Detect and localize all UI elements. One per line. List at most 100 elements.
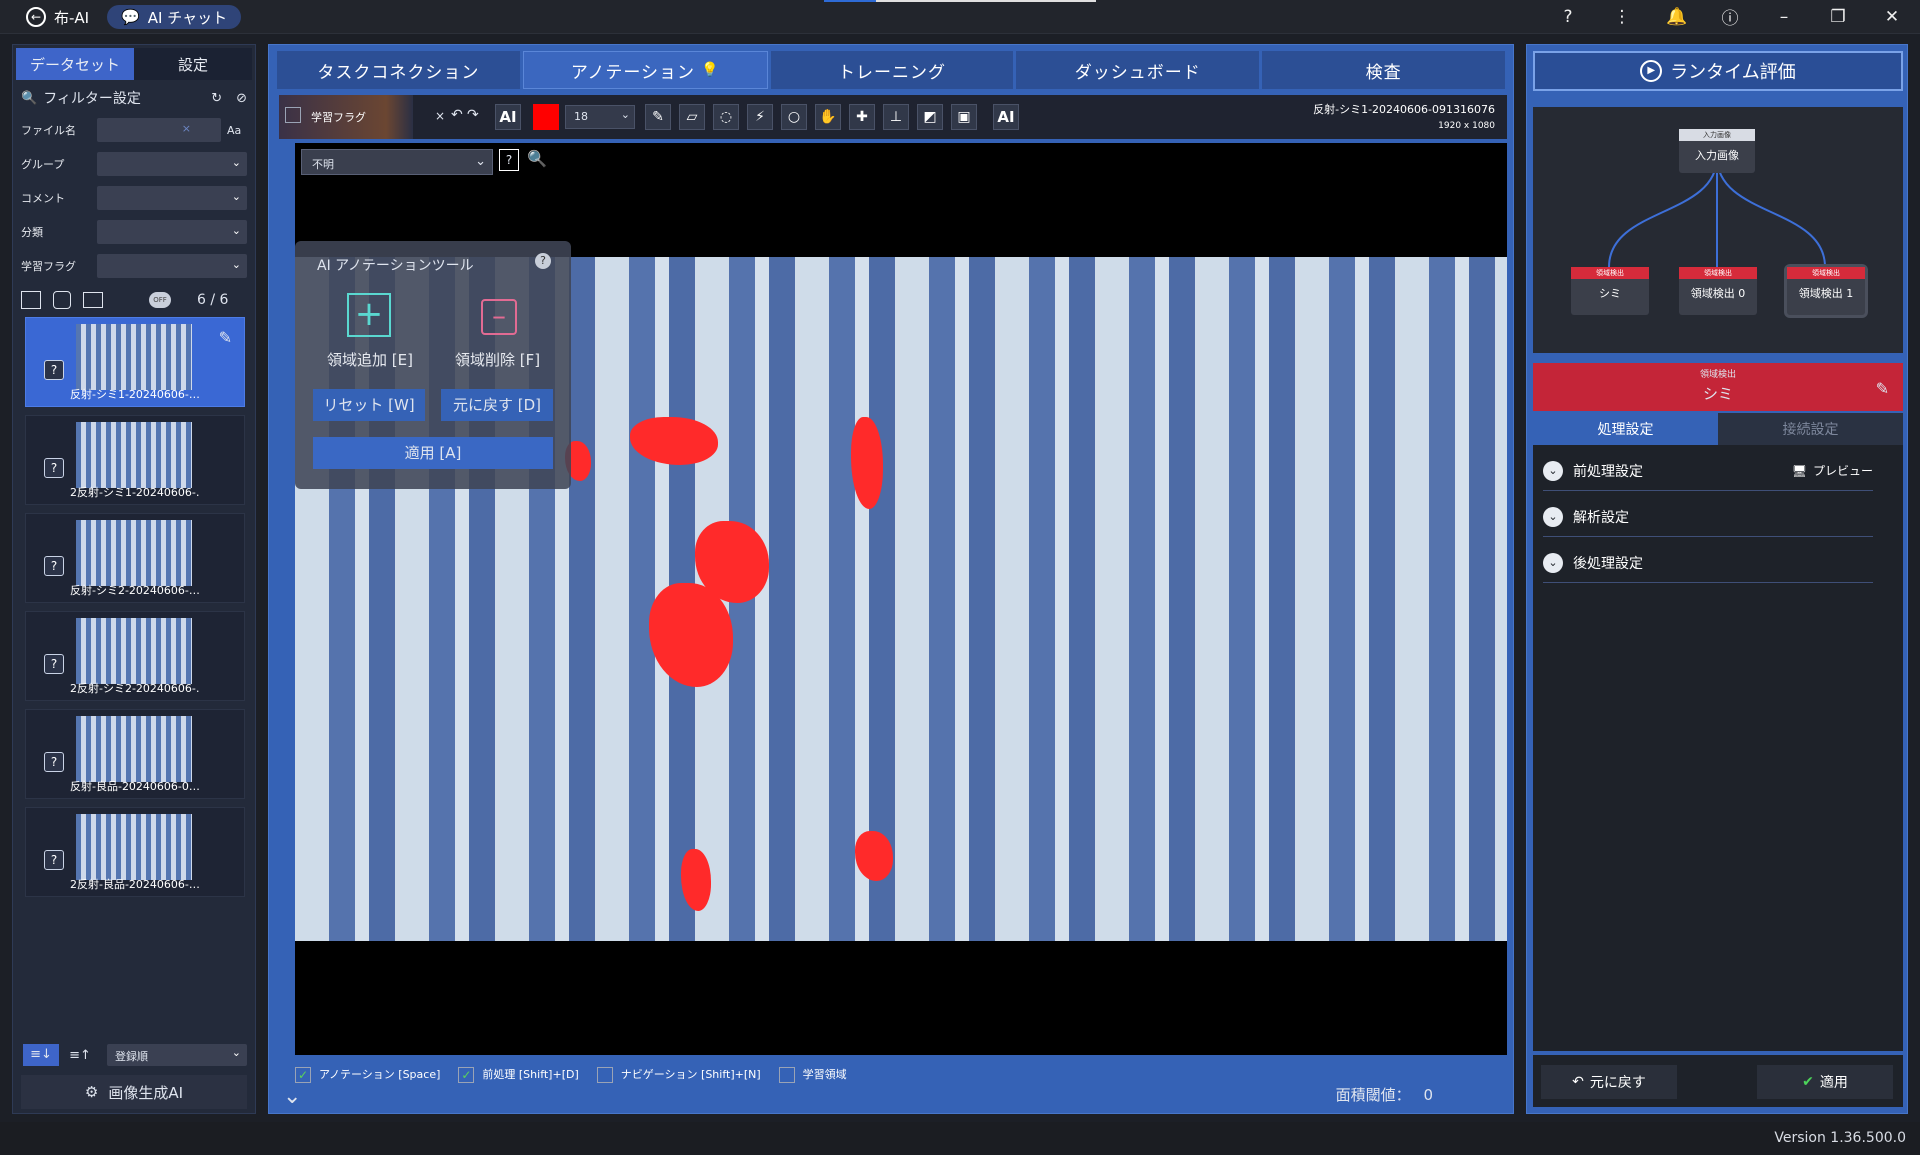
flow-node-input[interactable]: 入力画像 入力画像 xyxy=(1679,129,1755,173)
tag-icon[interactable] xyxy=(53,291,71,309)
image-count: 6 / 6 xyxy=(197,292,229,308)
close-icon[interactable]: ✕ xyxy=(1882,7,1902,27)
list-item[interactable]: ? 2反射-シミ1-20240606-… xyxy=(25,415,245,505)
clear-filter-icon[interactable]: ⊘ xyxy=(236,91,247,106)
reset-button[interactable]: リセット [W] xyxy=(313,389,425,421)
tab-process-settings[interactable]: 処理設定 xyxy=(1533,413,1718,445)
search-icon[interactable]: 🔍 xyxy=(527,149,547,168)
minimize-icon[interactable]: – xyxy=(1774,7,1794,27)
lasso-tool-icon[interactable]: ◌ xyxy=(713,104,739,130)
thumbnail-caption: 反射-シミ2-20240606-… xyxy=(70,584,200,597)
annotation-option[interactable]: ✓ アノテーション [Space] xyxy=(295,1066,440,1083)
flag-select[interactable]: ⌄ xyxy=(97,254,247,278)
ai-chat-button[interactable]: 💬 AI チャット xyxy=(107,5,242,29)
pencil-tool-icon[interactable]: ✎ xyxy=(645,104,671,130)
annotation-option-label: アノテーション [Space] xyxy=(319,1068,441,1081)
help-box-icon[interactable]: ? xyxy=(499,149,519,171)
tab-training[interactable]: トレーニング xyxy=(770,51,1014,89)
copy-icon[interactable] xyxy=(21,291,41,309)
bell-icon[interactable]: 🔔 xyxy=(1666,7,1687,27)
status-bar: Version 1.36.500.0 xyxy=(0,1122,1920,1155)
tab-settings[interactable]: 設定 xyxy=(134,48,252,80)
undo-icon[interactable]: ↶ xyxy=(451,107,463,123)
sort-select[interactable]: 登録順 ⌄ xyxy=(107,1044,247,1066)
tab-dataset[interactable]: データセット xyxy=(16,48,134,80)
info-icon[interactable]: ⓘ xyxy=(1720,4,1740,29)
thumbnail-image xyxy=(76,422,192,488)
annotation-toolbar: 学習フラグ × ↶ ↷ AI 18 ⌄ ✎ ▱ ◌ ⚡ ○ ✋ ✚ ⊥ ◩ ▣ … xyxy=(279,95,1507,139)
contrast-tool-icon[interactable]: ◩ xyxy=(917,104,943,130)
preprocess-section[interactable]: ⌄ 前処理設定 🖥 プレビュー xyxy=(1543,451,1873,491)
tab-annotation[interactable]: アノテーション 💡 xyxy=(522,51,768,89)
help-icon[interactable]: ? xyxy=(1558,7,1578,27)
redo-icon[interactable]: ↷ xyxy=(467,107,479,123)
learn-area-option[interactable]: 学習領域 xyxy=(778,1066,847,1083)
tab-connection-settings[interactable]: 接続設定 xyxy=(1718,413,1903,445)
group-select[interactable]: ⌄ xyxy=(97,152,247,176)
sort-asc-icon[interactable]: ≡↓ xyxy=(23,1044,59,1066)
list-item[interactable]: ? 反射-シミ2-20240606-… xyxy=(25,513,245,603)
thumbnail-list: ? 反射-シミ1-20240606-… ✎ ? 2反射-シミ1-20240606-… … xyxy=(13,317,255,905)
apply-button[interactable]: ✔ 適用 xyxy=(1757,1065,1893,1099)
puzzle-tool-icon[interactable]: ✚ xyxy=(849,104,875,130)
stamp-tool-icon[interactable]: ⊥ xyxy=(883,104,909,130)
ai-tool-button-2[interactable]: AI xyxy=(993,104,1019,130)
hand-tool-icon[interactable]: ✋ xyxy=(815,104,841,130)
comment-input[interactable]: ⌄ xyxy=(97,186,247,210)
ellipse-select-icon[interactable]: ○ xyxy=(781,104,807,130)
file-name-input[interactable]: × xyxy=(97,118,221,142)
pencil-icon[interactable]: ✎ xyxy=(1876,379,1889,398)
more-icon[interactable]: ⋮ xyxy=(1612,7,1632,27)
color-swatch[interactable] xyxy=(533,104,559,130)
app-home-button[interactable]: ← 布-AI xyxy=(18,5,97,29)
brush-size-select[interactable]: 18 ⌄ xyxy=(565,105,635,129)
remove-region-button[interactable]: – xyxy=(481,299,517,335)
magic-wand-tool-icon[interactable]: ⚡ xyxy=(747,104,773,130)
class-select[interactable]: 不明 ⌄ xyxy=(301,149,493,175)
help-icon[interactable]: ? xyxy=(535,253,551,269)
image-gen-ai-button[interactable]: ⚙ 画像生成AI xyxy=(21,1075,247,1109)
list-item[interactable]: ? 2反射-シミ2-20240606-… xyxy=(25,611,245,701)
question-icon: ? xyxy=(44,360,64,380)
node-label: 入力画像 xyxy=(1695,149,1739,162)
list-item[interactable]: ? 2反射-良品-20240606-… xyxy=(25,807,245,897)
list-item[interactable]: ? 反射-シミ1-20240606-… ✎ xyxy=(25,317,245,407)
image-overlay-icon[interactable]: ▣ xyxy=(951,104,977,130)
tab-dashboard[interactable]: ダッシュボード xyxy=(1016,51,1260,89)
apply-button[interactable]: 適用 [A] xyxy=(313,437,553,469)
class-select[interactable]: ⌄ xyxy=(97,220,247,244)
sort-desc-icon[interactable]: ≡↑ xyxy=(65,1048,95,1063)
case-toggle-button[interactable]: Aa xyxy=(227,124,247,137)
thumbnail-image xyxy=(76,324,192,390)
learn-flag-checkbox[interactable] xyxy=(285,107,301,123)
refresh-icon[interactable]: ↻ xyxy=(211,91,222,106)
runtime-eval-button[interactable]: ▶ ランタイム評価 xyxy=(1533,51,1903,91)
ai-tool-button[interactable]: AI xyxy=(495,104,521,130)
eraser-tool-icon[interactable]: ▱ xyxy=(679,104,705,130)
tab-inspection[interactable]: 検査 xyxy=(1262,51,1505,89)
preview-button[interactable]: 🖥 プレビュー xyxy=(1792,462,1873,479)
undo-button[interactable]: ↶ 元に戻す xyxy=(1541,1065,1677,1099)
navigation-option[interactable]: ナビゲーション [Shift]+[N] xyxy=(596,1066,761,1083)
flow-node-region-1[interactable]: 領域検出 領域検出 1 xyxy=(1787,267,1865,315)
flow-node-shimi[interactable]: 領域検出 シミ xyxy=(1571,267,1649,315)
clear-icon[interactable]: × xyxy=(435,109,445,123)
postprocess-section[interactable]: ⌄ 後処理設定 xyxy=(1543,543,1873,583)
chevron-down-icon: ⌄ xyxy=(231,1046,241,1059)
chevron-down-icon[interactable]: ⌄ xyxy=(283,1084,301,1109)
filter-toggle[interactable]: OFF xyxy=(149,292,171,308)
flow-node-region-0[interactable]: 領域検出 領域検出 0 xyxy=(1679,267,1757,315)
pencil-icon[interactable]: ✎ xyxy=(219,328,232,347)
analysis-section[interactable]: ⌄ 解析設定 xyxy=(1543,497,1873,537)
view-options: ✓ アノテーション [Space] ✓ 前処理 [Shift]+[D] ナビゲーショ… xyxy=(295,1066,847,1083)
undo-button[interactable]: 元に戻す [D] xyxy=(441,389,553,421)
chat-icon: 💬 xyxy=(121,8,140,26)
book-icon[interactable] xyxy=(83,292,103,308)
list-item[interactable]: ? 反射-良品-20240606-0… xyxy=(25,709,245,799)
tab-annotation-label: アノテーション xyxy=(570,62,696,83)
add-region-button[interactable]: + xyxy=(347,293,391,337)
preprocess-option[interactable]: ✓ 前処理 [Shift]+[D] xyxy=(458,1066,579,1083)
thumbnail-caption: 反射-良品-20240606-0… xyxy=(70,780,200,793)
tab-task-connection[interactable]: タスクコネクション xyxy=(277,51,520,89)
restore-icon[interactable]: ❐ xyxy=(1828,7,1848,27)
